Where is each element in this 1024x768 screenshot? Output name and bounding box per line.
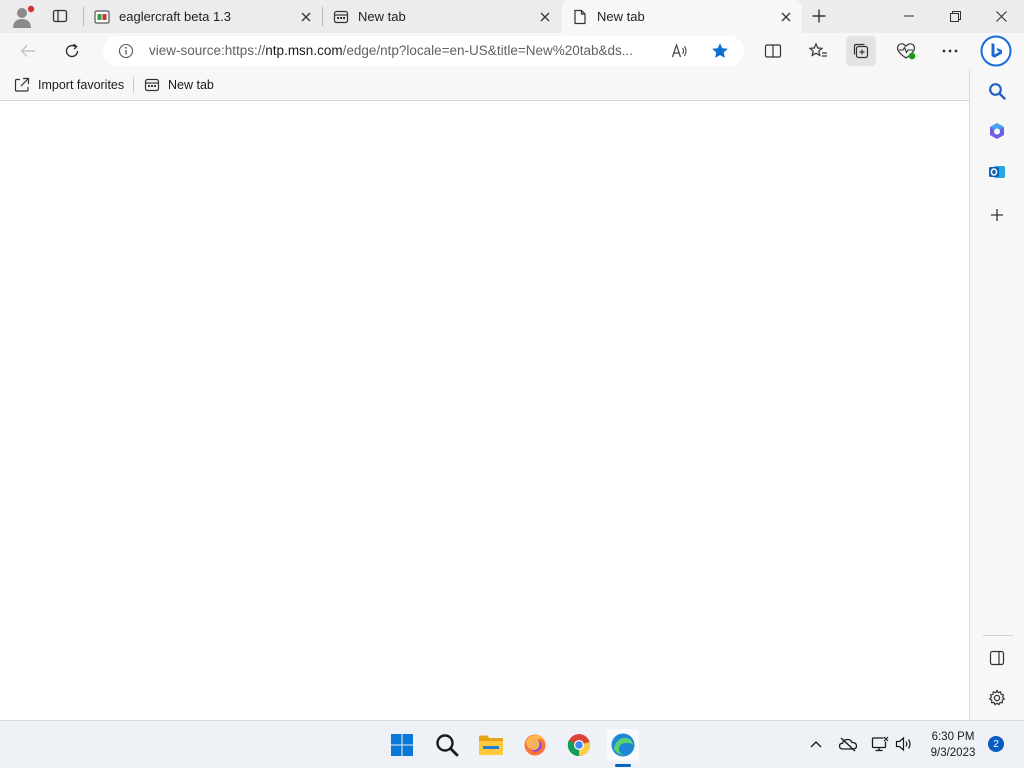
sidebar-divider (983, 635, 1013, 636)
tab-new-tab[interactable]: New tab (323, 0, 561, 33)
firefox-button[interactable] (519, 729, 551, 761)
url-host: ntp.msn.com (265, 43, 343, 58)
network-icon[interactable] (869, 733, 891, 755)
notification-badge[interactable]: 2 (988, 736, 1004, 752)
close-icon[interactable] (778, 9, 794, 25)
site-info-icon[interactable] (117, 42, 135, 60)
collections-button[interactable] (846, 36, 876, 66)
close-window-button[interactable] (978, 0, 1024, 32)
chrome-button[interactable] (563, 729, 595, 761)
close-icon[interactable] (298, 9, 314, 25)
tab-eaglercraft[interactable]: eaglercraft beta 1.3 (84, 0, 322, 33)
volume-icon[interactable] (893, 733, 915, 755)
eaglercraft-favicon (94, 9, 110, 25)
sidebar-add-button[interactable] (983, 201, 1011, 229)
browser-toolbar: view-source:https://ntp.msn.com/edge/ntp… (0, 33, 1024, 69)
split-screen-button[interactable] (758, 36, 788, 66)
page-content[interactable] (0, 102, 969, 720)
favorites-bar: Import favorites New tab (0, 69, 970, 101)
taskbar-clock[interactable]: 6:30 PM 9/3/2023 (920, 729, 986, 761)
sidebar-outlook-button[interactable] (983, 158, 1011, 186)
favorites-button[interactable] (803, 36, 833, 66)
url-path: /edge/ntp?locale=en-US&title=New%20tab&d… (342, 43, 634, 58)
url-prefix: view-source:https:// (149, 43, 266, 58)
edge-button[interactable] (607, 729, 639, 761)
favorite-import[interactable]: Import favorites (14, 74, 124, 96)
url-text[interactable]: view-source:https://ntp.msn.com/edge/ntp… (149, 43, 669, 60)
refresh-button[interactable] (57, 36, 87, 66)
windows-taskbar: 6:30 PM 9/3/2023 2 (0, 720, 1024, 768)
restore-button[interactable] (932, 0, 978, 32)
favorite-label: Import favorites (38, 78, 125, 92)
show-hidden-icons-button[interactable] (805, 733, 827, 755)
file-explorer-button[interactable] (475, 729, 507, 761)
read-aloud-icon[interactable] (669, 41, 691, 61)
tab-actions-icon[interactable] (48, 5, 72, 27)
sidebar-toggle-button[interactable] (983, 644, 1011, 672)
newtab-favicon (144, 77, 160, 93)
close-icon[interactable] (537, 9, 553, 25)
new-tab-button[interactable] (808, 5, 830, 27)
sidebar-search-button[interactable] (983, 77, 1011, 105)
sidebar-settings-button[interactable] (983, 684, 1011, 712)
active-app-indicator (615, 764, 631, 767)
tab-new-tab-active[interactable]: New tab (562, 0, 802, 33)
minimize-button[interactable] (886, 0, 932, 32)
page-favicon (572, 9, 588, 25)
tab-title: eaglercraft beta 1.3 (119, 9, 232, 24)
tab-strip: eaglercraft beta 1.3 New tab New tab (0, 0, 1024, 33)
favorite-star-icon[interactable] (709, 41, 731, 61)
profile-avatar-icon[interactable] (10, 4, 36, 30)
taskbar-search-button[interactable] (431, 729, 463, 761)
favorite-new-tab[interactable]: New tab (144, 74, 214, 96)
import-favorites-icon (14, 77, 30, 93)
tab-title: New tab (358, 9, 406, 24)
edge-sidebar (969, 69, 1024, 720)
clock-date: 9/3/2023 (930, 747, 976, 759)
more-options-button[interactable] (935, 36, 965, 66)
clock-time: 6:30 PM (931, 731, 975, 743)
start-button[interactable] (386, 729, 418, 761)
onedrive-offline-icon[interactable] (837, 733, 859, 755)
sidebar-copilot-button[interactable] (983, 117, 1011, 145)
browser-essentials-button[interactable] (891, 36, 921, 66)
favorite-label: New tab (168, 78, 214, 92)
newtab-favicon (333, 9, 349, 25)
address-bar[interactable]: view-source:https://ntp.msn.com/edge/ntp… (103, 36, 744, 66)
tab-title: New tab (597, 9, 645, 24)
favorites-separator (133, 77, 134, 93)
bing-chat-icon[interactable] (980, 35, 1012, 67)
back-button[interactable] (13, 36, 43, 66)
